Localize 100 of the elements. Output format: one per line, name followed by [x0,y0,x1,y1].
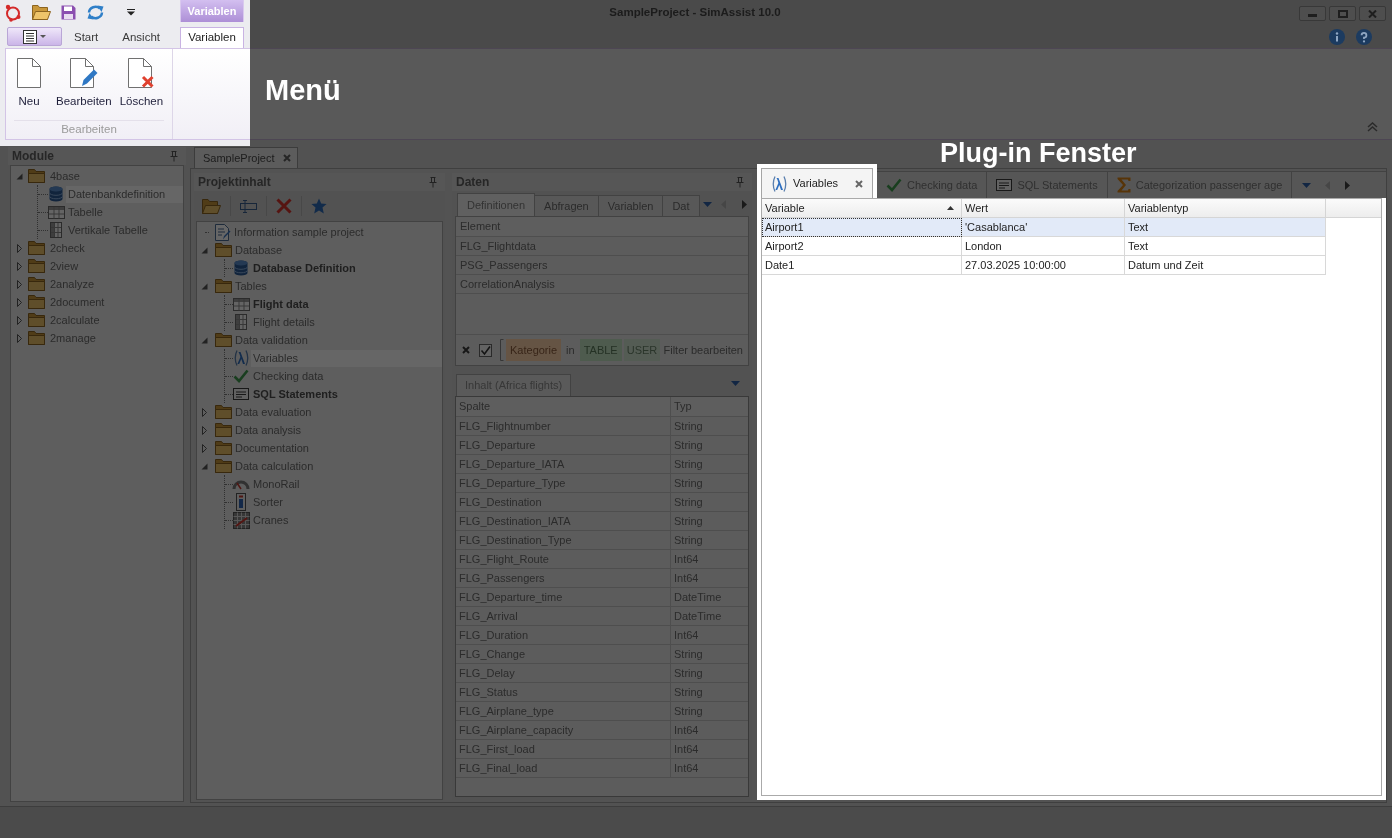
close-button[interactable] [1359,6,1386,21]
help-icon[interactable] [1356,28,1372,45]
folder-icon [28,331,45,345]
tree-item[interactable]: Variables [251,349,442,367]
text-box-icon [996,179,1013,191]
folder-icon [215,333,232,347]
tree-item[interactable]: Flight data [251,295,313,313]
text-box-icon [233,388,249,400]
table-row[interactable]: Airport2 London Text [762,237,1326,256]
close-icon[interactable] [462,346,470,354]
table-cell: 27.03.2025 10:00:00 [962,256,1125,275]
tree-item[interactable]: Database Definition [251,259,360,277]
grid-tile-icon [232,511,250,529]
info-icon[interactable] [1329,28,1345,45]
triangle-down-right-icon[interactable] [201,282,208,290]
caret-down-icon[interactable] [127,9,135,16]
database-icon [234,260,248,276]
delete-button[interactable]: Löschen [118,58,165,108]
ribbon-tab[interactable]: Variablen [180,27,244,48]
maximize-button[interactable] [1329,6,1356,21]
table-row[interactable]: Airport1 'Casablanca' Text [762,218,1326,237]
document-pencil-icon [215,223,231,241]
column-header[interactable]: Wert [962,199,1125,217]
table-cell: Date1 [762,256,962,275]
folder-icon [28,169,45,183]
close-icon[interactable] [855,179,864,188]
ribbon-tab[interactable]: Ansicht [110,27,172,48]
new-button[interactable]: Neu [9,58,49,108]
folder-icon [28,259,45,273]
folder-icon [215,279,232,293]
column-table-icon [50,222,62,238]
close-icon [1368,9,1377,18]
delete-icon[interactable] [276,198,292,214]
rename-icon[interactable] [240,199,257,213]
folder-icon [215,243,232,257]
triangle-right-icon[interactable] [16,315,22,325]
triangle-right-icon[interactable] [16,333,22,343]
folder-open-icon[interactable] [32,5,51,20]
lambda-icon [232,350,250,366]
column-table-icon [235,314,247,330]
maximize-icon [1337,9,1348,18]
lambda-icon [771,175,788,192]
folder-icon [28,241,45,255]
bracket-icon [500,339,504,361]
group-label: Bearbeiten [14,120,164,139]
triangle-down-right-icon[interactable] [201,246,208,254]
folder-icon [215,423,232,437]
triangle-right-icon[interactable] [16,243,22,253]
triangle-down-right-icon[interactable] [201,336,208,344]
triangle-right-icon[interactable] [202,407,207,417]
caret-right-icon[interactable] [1345,180,1351,190]
app-menu-button[interactable] [7,27,62,46]
minimize-icon [1308,14,1317,17]
document-tab[interactable]: SampleProject [194,147,298,168]
document-x-icon [128,58,155,88]
table-icon [232,297,250,311]
triangle-down-right-icon[interactable] [15,172,23,180]
pin-icon[interactable] [736,176,744,188]
ring-logo-icon[interactable] [5,3,21,22]
checkbox[interactable] [479,343,492,357]
table-row[interactable]: Date1 27.03.2025 10:00:00 Datum und Zeit [762,256,1326,275]
triangle-right-icon[interactable] [16,279,22,289]
triangle-up-icon[interactable] [947,206,954,210]
check-icon [886,178,903,192]
ribbon-tab[interactable]: Start [62,27,111,48]
list-icon [23,29,37,44]
triangle-right-icon[interactable] [16,261,22,271]
chevron-up-icon[interactable] [1367,122,1378,132]
triangle-right-icon[interactable] [202,443,207,453]
pin-icon[interactable] [170,150,178,162]
refresh-icon[interactable] [87,5,104,20]
caret-down-icon [40,35,46,38]
tree-item[interactable]: Datenbankdefinition [66,185,183,203]
table-icon [47,205,65,219]
column-header[interactable]: Variablentyp [1125,199,1326,217]
close-icon[interactable] [283,154,291,162]
triangle-right-icon[interactable] [16,297,22,307]
tree-item[interactable]: SQL Statements [251,385,342,403]
column-header[interactable]: Variable [762,199,962,217]
folder-open-icon[interactable] [202,198,221,214]
save-icon[interactable] [61,5,76,20]
annotation-label: Plug-in Fenster [940,139,1137,169]
folder-icon [215,405,232,419]
minimize-button[interactable] [1299,6,1326,21]
star-icon[interactable] [311,198,327,214]
edit-button[interactable]: Bearbeiten [55,58,113,108]
triangle-right-icon[interactable] [202,425,207,435]
device-icon [236,493,246,511]
plugin-tab[interactable]: Variables [761,168,874,198]
folder-icon [28,277,45,291]
document-icon [17,58,41,88]
table-cell: Datum und Zeit [1125,256,1326,275]
folder-icon [215,459,232,473]
annotation-label: Menü [265,73,341,108]
database-icon [49,186,63,202]
caret-right-icon[interactable] [741,200,747,209]
contextual-tab-header: Variablen [180,0,244,22]
document-pencil-icon [69,58,98,88]
triangle-down-right-icon[interactable] [201,462,208,470]
pin-icon[interactable] [429,176,437,188]
